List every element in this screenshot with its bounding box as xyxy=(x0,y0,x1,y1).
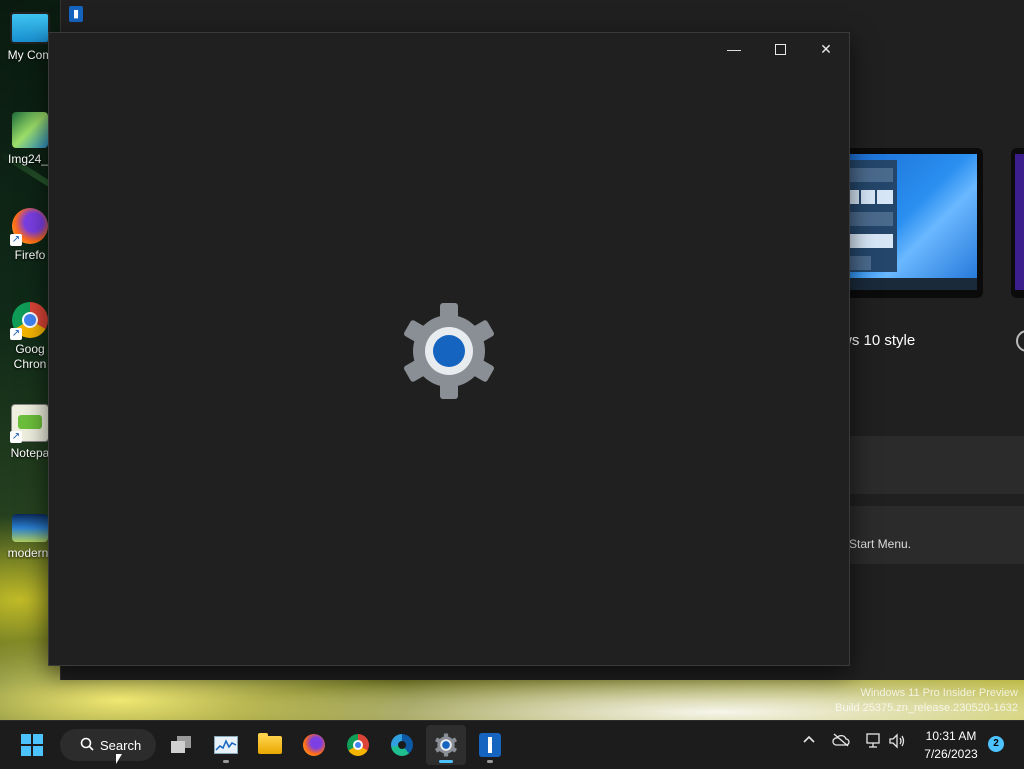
start-icon xyxy=(21,734,43,756)
notification-badge[interactable]: 2 xyxy=(988,736,1004,752)
edge-icon xyxy=(391,734,413,756)
taskbar-app-edge[interactable] xyxy=(382,725,422,765)
firefox-icon xyxy=(303,734,325,756)
maximize-button[interactable] xyxy=(757,33,803,65)
maximize-icon xyxy=(774,43,786,55)
settings-gear-icon xyxy=(399,301,499,401)
task-view-button[interactable] xyxy=(162,725,202,765)
start11-icon xyxy=(479,733,501,757)
active-indicator xyxy=(439,760,453,763)
preview-taskbar xyxy=(849,278,977,290)
running-indicator xyxy=(223,760,229,763)
settings-row[interactable] xyxy=(831,436,1024,494)
task-manager-icon xyxy=(214,736,238,754)
settings-icon xyxy=(435,733,457,757)
task-view-icon xyxy=(171,736,193,754)
mouse-cursor-icon xyxy=(116,754,122,764)
taskbar-clock[interactable]: 10:31 AM 7/26/2023 xyxy=(914,727,988,763)
monitor-icon xyxy=(10,12,50,44)
preview-screen xyxy=(849,154,977,290)
watermark-line: Windows 11 Pro Insider Preview xyxy=(860,687,1018,699)
taskbar-app-file-explorer[interactable] xyxy=(250,725,290,765)
network-icon[interactable] xyxy=(864,733,882,752)
windows10-style-preview[interactable] xyxy=(841,148,983,298)
file-explorer-icon xyxy=(258,733,282,754)
taskbar-app-firefox[interactable] xyxy=(294,725,334,765)
image-file-icon xyxy=(12,514,48,542)
chrome-icon: ↗ xyxy=(10,302,48,340)
settings-row-text: Start Menu. xyxy=(849,537,912,551)
firefox-icon: ↗ xyxy=(10,208,48,246)
notepad-icon: ↗ xyxy=(10,404,49,443)
taskbar-app-settings[interactable] xyxy=(426,725,466,765)
start-button[interactable] xyxy=(12,725,52,765)
next-style-preview[interactable] xyxy=(1011,148,1024,298)
taskbar: Search 10:31 AM 7/26/2023 2 xyxy=(0,720,1024,769)
search-label: Search xyxy=(100,737,142,753)
watermark-line: Build 25375.zn_release.230520-1632 xyxy=(835,702,1018,714)
os-watermark: Windows 11 Pro Insider Preview Build 253… xyxy=(835,686,1018,716)
search-icon xyxy=(80,737,94,754)
running-indicator xyxy=(487,760,493,763)
minimize-button[interactable]: — xyxy=(711,33,757,65)
settings-row[interactable] xyxy=(831,506,1024,564)
shortcut-arrow-icon: ↗ xyxy=(10,328,22,340)
onedrive-offline-icon[interactable] xyxy=(832,733,850,750)
volume-icon[interactable] xyxy=(888,733,906,752)
style-radio-button[interactable] xyxy=(1016,330,1024,352)
taskbar-app-task-manager[interactable] xyxy=(206,725,246,765)
close-button[interactable]: ✕ xyxy=(803,33,849,65)
taskbar-app-start11[interactable] xyxy=(470,725,510,765)
style-option-label: ws 10 style xyxy=(841,332,916,349)
taskbar-search[interactable]: Search xyxy=(60,729,156,761)
close-icon: ✕ xyxy=(820,40,832,57)
clock-time: 10:31 AM xyxy=(925,729,977,743)
image-file-icon xyxy=(12,112,48,148)
chevron-up-icon[interactable] xyxy=(802,733,816,750)
settings-loading-window: — ✕ xyxy=(48,32,850,666)
taskbar-app-chrome[interactable] xyxy=(338,725,378,765)
shortcut-arrow-icon: ↗ xyxy=(10,234,22,246)
preview-start-menu xyxy=(849,160,897,272)
shortcut-arrow-icon: ↗ xyxy=(10,431,22,443)
clock-date: 7/26/2023 xyxy=(924,747,978,761)
start11-icon: ▮ xyxy=(69,6,83,22)
chrome-icon xyxy=(347,734,369,756)
minimize-icon: — xyxy=(727,41,741,57)
